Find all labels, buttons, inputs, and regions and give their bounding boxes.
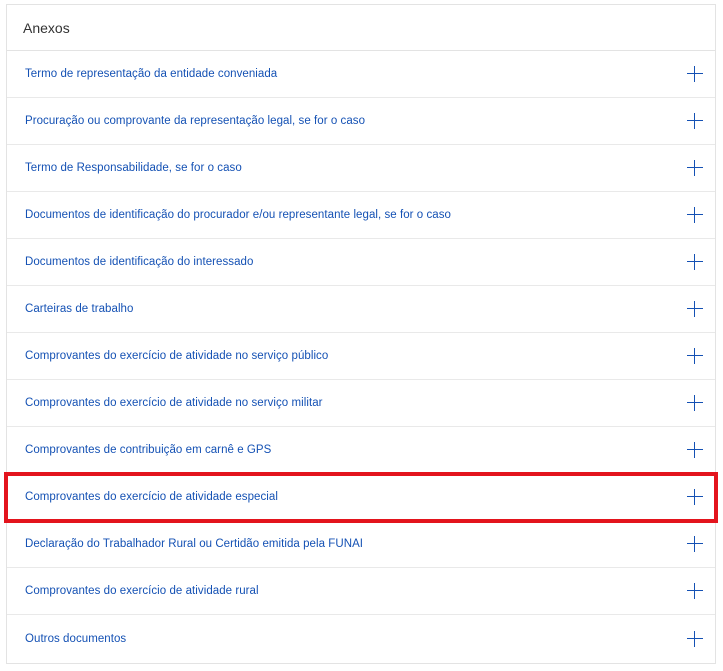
attachment-item-docs-procurador[interactable]: Documentos de identificação do procurado…: [7, 192, 715, 239]
attachment-item-atividade-especial[interactable]: Comprovantes do exercício de atividade e…: [7, 474, 715, 521]
attachment-item-label[interactable]: Comprovantes do exercício de atividade n…: [25, 397, 323, 409]
plus-icon[interactable]: [687, 630, 703, 647]
attachment-item-servico-militar[interactable]: Comprovantes do exercício de atividade n…: [7, 380, 715, 427]
attachment-item-label[interactable]: Comprovantes do exercício de atividade r…: [25, 585, 259, 597]
attachment-item-carteiras-trabalho[interactable]: Carteiras de trabalho: [7, 286, 715, 333]
panel-title: Anexos: [23, 19, 70, 36]
attachment-item-outros-documentos[interactable]: Outros documentos: [7, 615, 715, 662]
attachment-item-trabalhador-rural[interactable]: Declaração do Trabalhador Rural ou Certi…: [7, 521, 715, 568]
attachment-item-label[interactable]: Declaração do Trabalhador Rural ou Certi…: [25, 538, 363, 550]
attachment-item-label[interactable]: Documentos de identificação do interessa…: [25, 256, 253, 268]
attachment-item-label[interactable]: Procuração ou comprovante da representaç…: [25, 115, 365, 127]
plus-icon[interactable]: [687, 207, 703, 223]
plus-icon[interactable]: [687, 66, 703, 82]
attachment-item-carne-gps[interactable]: Comprovantes de contribuição em carnê e …: [7, 427, 715, 474]
plus-icon[interactable]: [687, 348, 703, 364]
plus-icon[interactable]: [687, 536, 703, 552]
attachment-item-label[interactable]: Comprovantes de contribuição em carnê e …: [25, 444, 271, 456]
attachment-item-label[interactable]: Termo de Responsabilidade, se for o caso: [25, 162, 242, 174]
attachment-item-label[interactable]: Comprovantes do exercício de atividade e…: [25, 491, 278, 503]
attachment-item-servico-publico[interactable]: Comprovantes do exercício de atividade n…: [7, 333, 715, 380]
anexos-panel: Anexos Termo de representação da entidad…: [6, 4, 716, 664]
plus-icon[interactable]: [687, 489, 703, 505]
plus-icon[interactable]: [687, 301, 703, 317]
plus-icon[interactable]: [687, 254, 703, 270]
plus-icon[interactable]: [687, 113, 703, 129]
plus-icon[interactable]: [687, 395, 703, 411]
attachment-item-label[interactable]: Comprovantes do exercício de atividade n…: [25, 350, 328, 362]
attachment-item-label[interactable]: Outros documentos: [25, 633, 126, 645]
attachment-item-label[interactable]: Documentos de identificação do procurado…: [25, 209, 451, 221]
attachment-item-atividade-rural[interactable]: Comprovantes do exercício de atividade r…: [7, 568, 715, 615]
attachment-list: Termo de representação da entidade conve…: [7, 51, 715, 662]
plus-icon[interactable]: [687, 160, 703, 176]
plus-icon[interactable]: [687, 583, 703, 599]
attachment-item-docs-interessado[interactable]: Documentos de identificação do interessa…: [7, 239, 715, 286]
attachment-item-procuracao[interactable]: Procuração ou comprovante da representaç…: [7, 98, 715, 145]
plus-icon[interactable]: [687, 442, 703, 458]
attachment-item-label[interactable]: Carteiras de trabalho: [25, 303, 133, 315]
attachment-item-termo-representacao[interactable]: Termo de representação da entidade conve…: [7, 51, 715, 98]
panel-header: Anexos: [7, 5, 715, 51]
attachment-item-termo-responsabilidade[interactable]: Termo de Responsabilidade, se for o caso: [7, 145, 715, 192]
attachment-item-label[interactable]: Termo de representação da entidade conve…: [25, 68, 277, 80]
